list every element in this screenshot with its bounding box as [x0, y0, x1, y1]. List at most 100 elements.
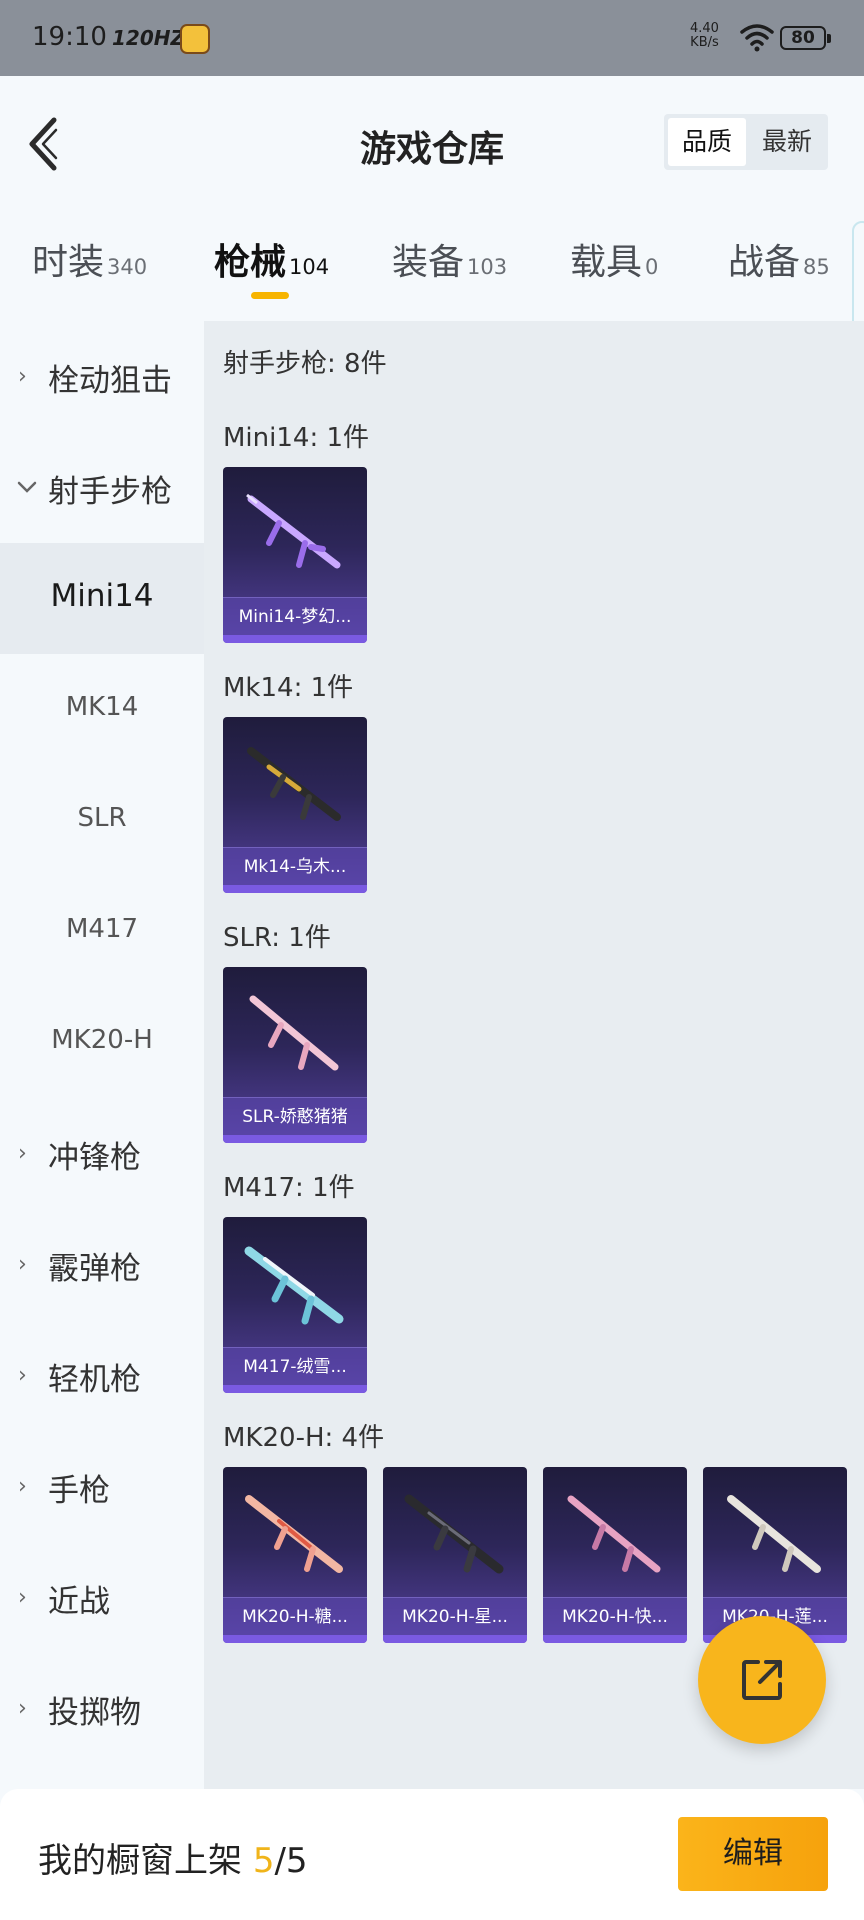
- net-speed: 4.40 KB/s: [690, 22, 719, 50]
- sidebar-sub-label: M417: [65, 914, 139, 944]
- chevron-right-icon: ›: [18, 1474, 27, 1499]
- weapon-card-label: MK20-H-快...: [543, 1597, 687, 1635]
- app-notification-icon: [180, 24, 210, 54]
- sidebar-item-lmg[interactable]: › 轻机枪: [0, 1320, 204, 1431]
- chevron-right-icon: ›: [18, 1141, 27, 1166]
- share-external-icon: [742, 1660, 782, 1700]
- tab-count: 104: [289, 255, 330, 279]
- rifle-skin-icon: [727, 1495, 821, 1573]
- showcase-total-count: 5: [285, 1841, 308, 1881]
- rifle-skin-icon: [404, 1494, 504, 1574]
- sidebar-sub-label: Mini14: [50, 578, 154, 614]
- sidebar-item-bolt-action[interactable]: › 栓动狙击: [0, 321, 204, 432]
- tab-label: 战备: [728, 242, 801, 283]
- tab-count: 85: [803, 255, 830, 279]
- rifle-skin-icon: [244, 1246, 344, 1325]
- rifle-skin-icon: [247, 747, 341, 821]
- share-button[interactable]: [698, 1616, 826, 1744]
- sidebar-sub-label: MK14: [65, 692, 139, 722]
- showcase-label: 我的橱窗上架: [38, 1841, 242, 1881]
- tab-fashion[interactable]: 时装 340: [32, 233, 147, 293]
- sidebar-item-label: 投掷物: [48, 1695, 141, 1731]
- weapon-card[interactable]: M417-绒雪...: [223, 1217, 367, 1393]
- sidebar-item-smg[interactable]: › 冲锋枪: [0, 1098, 204, 1209]
- showcase-status: 我的橱窗上架 5/5: [38, 1833, 308, 1882]
- weapon-card[interactable]: Mini14-梦幻...: [223, 467, 367, 643]
- group-title: SLR: 1件: [223, 923, 331, 953]
- sidebar-sub-slr[interactable]: SLR: [0, 765, 204, 876]
- sort-toggle: 品质 最新: [664, 114, 828, 170]
- weapon-card[interactable]: Mk14-乌木...: [223, 717, 367, 893]
- bottom-bar: 我的橱窗上架 5/5 编辑: [0, 1789, 864, 1920]
- sidebar-item-label: 手枪: [48, 1473, 110, 1509]
- chevron-right-icon: ›: [18, 1585, 27, 1610]
- weapon-card-label: M417-绒雪...: [223, 1347, 367, 1385]
- weapon-card-label: MK20-H-糖...: [223, 1597, 367, 1635]
- tab-label: 枪械: [214, 242, 287, 283]
- sidebar-item-shotgun[interactable]: › 霰弹枪: [0, 1209, 204, 1320]
- rifle-skin-icon: [245, 1495, 343, 1573]
- sidebar-item-label: 栓动狙击: [48, 363, 172, 399]
- tab-firearms[interactable]: 枪械 104: [214, 233, 329, 293]
- chevron-down-icon: [17, 481, 37, 493]
- category-tabs: 时装 340 枪械 104 装备 103 载具 0 战备 85: [0, 221, 864, 361]
- sort-quality-option[interactable]: 品质: [668, 118, 746, 166]
- group-title: M417: 1件: [223, 1173, 355, 1203]
- chevron-right-icon: ›: [18, 364, 27, 389]
- sidebar-item-pistol[interactable]: › 手枪: [0, 1431, 204, 1542]
- weapon-card-label: Mk14-乌木...: [223, 847, 367, 885]
- net-speed-value: 4.40: [690, 21, 719, 36]
- net-speed-unit: KB/s: [690, 35, 719, 50]
- rifle-skin-icon: [246, 493, 341, 569]
- rifle-skin-icon: [249, 995, 339, 1071]
- group-title: Mk14: 1件: [223, 673, 354, 703]
- group-title: Mini14: 1件: [223, 423, 370, 453]
- sidebar-item-label: 近战: [48, 1584, 110, 1620]
- sidebar-sub-label: SLR: [77, 803, 127, 833]
- sidebar-item-label: 霰弹枪: [48, 1251, 141, 1287]
- weapon-card[interactable]: MK20-H-快...: [543, 1467, 687, 1643]
- sidebar-item-label: 轻机枪: [48, 1362, 141, 1398]
- weapon-type-sidebar: › 栓动狙击 射手步枪 Mini14 MK14 SLR M417 MK20-H …: [0, 321, 204, 1789]
- sidebar-item-dmr[interactable]: 射手步枪: [0, 432, 204, 543]
- sidebar-item-throwable[interactable]: › 投掷物: [0, 1653, 204, 1764]
- rifle-skin-icon: [567, 1495, 661, 1573]
- weapon-card[interactable]: SLR-娇憨猪猪: [223, 967, 367, 1143]
- sidebar-item-label: 射手步枪: [48, 474, 172, 510]
- weapon-card-label: SLR-娇憨猪猪: [223, 1097, 367, 1135]
- sidebar-item-label: 冲锋枪: [48, 1140, 141, 1176]
- sort-newest-option[interactable]: 最新: [750, 118, 824, 166]
- chevron-right-icon: ›: [18, 1696, 27, 1721]
- tab-count: 0: [645, 255, 659, 279]
- weapon-card[interactable]: MK20-H-星...: [383, 1467, 527, 1643]
- tab-count: 340: [107, 255, 148, 279]
- sidebar-sub-m417[interactable]: M417: [0, 876, 204, 987]
- sidebar-sub-mk14[interactable]: MK14: [0, 654, 204, 765]
- weapon-card-label: MK20-H-星...: [383, 1597, 527, 1635]
- category-summary: 射手步枪: 8件: [223, 349, 387, 379]
- tab-count: 103: [467, 255, 508, 279]
- showcase-current-count: 5: [252, 1841, 275, 1881]
- tab-vehicles[interactable]: 载具 0: [570, 233, 658, 293]
- tab-equipment[interactable]: 装备 103: [392, 233, 507, 293]
- tab-label: 装备: [392, 242, 465, 283]
- sidebar-sub-mk20h[interactable]: MK20-H: [0, 987, 204, 1098]
- status-bar: 19:10 120HZ 4.40 KB/s 80: [0, 0, 864, 76]
- tab-supplies[interactable]: 战备 85: [728, 233, 830, 293]
- sidebar-sub-label: MK20-H: [51, 1025, 153, 1055]
- sidebar-sub-mini14[interactable]: Mini14: [0, 543, 204, 654]
- weapon-card[interactable]: MK20-H-糖...: [223, 1467, 367, 1643]
- showcase-count-separator: /: [274, 1841, 286, 1881]
- header: 游戏仓库 品质 最新: [0, 76, 864, 221]
- status-time: 19:10: [32, 22, 107, 52]
- weapon-list: 射手步枪: 8件 Mini14: 1件 Mini14-梦幻... Mk14: 1…: [204, 321, 864, 1789]
- chevron-right-icon: ›: [18, 1363, 27, 1388]
- sidebar-item-melee[interactable]: › 近战: [0, 1542, 204, 1653]
- weapon-card-label: Mini14-梦幻...: [223, 597, 367, 635]
- battery-icon: 80: [780, 26, 831, 50]
- refresh-rate: 120HZ: [112, 26, 185, 50]
- active-tab-indicator: [251, 292, 289, 299]
- tab-label: 时装: [32, 242, 105, 283]
- chevron-right-icon: ›: [18, 1252, 27, 1277]
- edit-button[interactable]: 编辑: [678, 1817, 828, 1891]
